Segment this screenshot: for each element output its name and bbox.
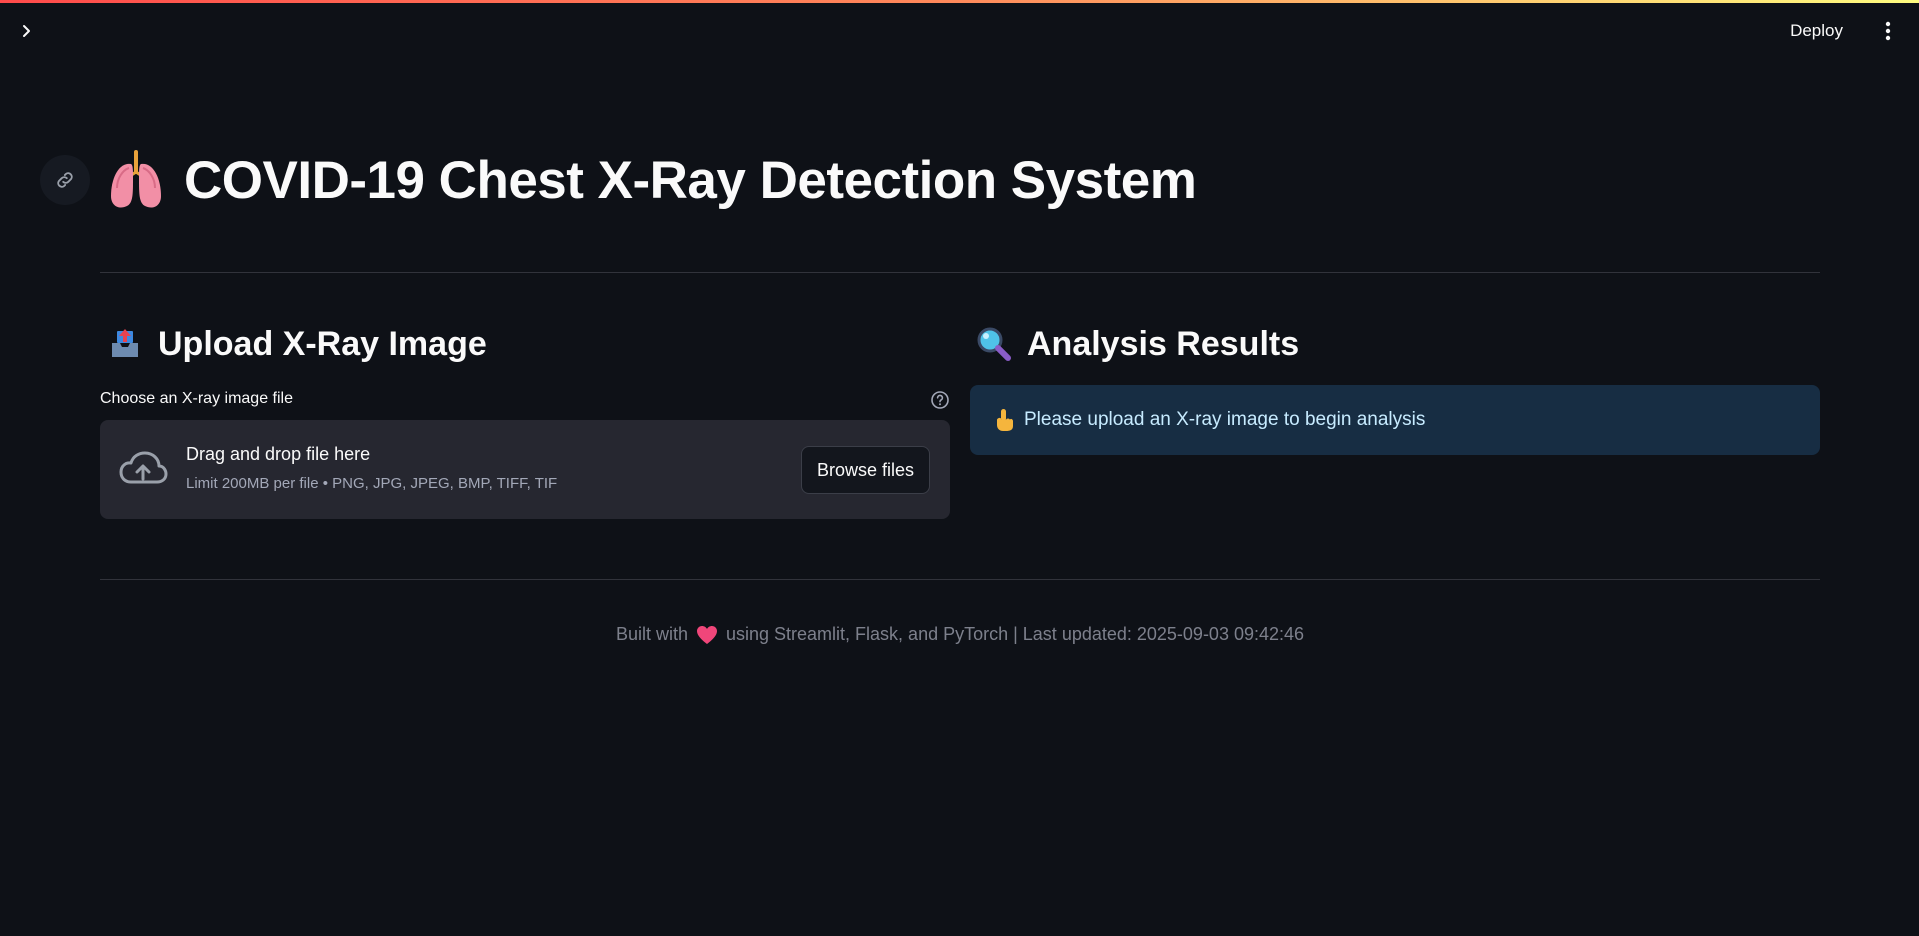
info-alert: Please upload an X-ray image to begin an… (970, 385, 1820, 455)
question-circle-icon[interactable] (930, 390, 950, 410)
pointing-hand-icon (992, 408, 1016, 432)
uploader-label: Choose an X-ray image file (100, 390, 293, 407)
results-heading-text: Analysis Results (1027, 324, 1300, 363)
main-menu-button[interactable] (1875, 18, 1901, 44)
deploy-button[interactable]: Deploy (1790, 18, 1843, 44)
more-vertical-icon (1885, 21, 1891, 41)
sidebar-toggle-button[interactable] (14, 18, 40, 44)
title-anchor-link[interactable] (40, 155, 90, 205)
link-icon (57, 172, 73, 188)
dropzone-instructions: Drag and drop file here Limit 200MB per … (186, 444, 557, 492)
divider (100, 272, 1820, 273)
outbox-tray-icon (106, 325, 144, 363)
top-decoration-stripe (0, 0, 1919, 3)
magnifier-icon (975, 325, 1013, 363)
heart-icon (696, 625, 718, 645)
upload-heading-text: Upload X-Ray Image (158, 324, 487, 363)
upload-section-heading: Upload X-Ray Image (106, 321, 487, 367)
footer: Built with using Streamlit, Flask, and P… (100, 624, 1820, 645)
chevron-right-icon (23, 25, 30, 37)
info-alert-text: Please upload an X-ray image to begin an… (1024, 409, 1426, 430)
page-title: COVID-19 Chest X-Ray Detection System (184, 150, 1197, 210)
page-title-row: COVID-19 Chest X-Ray Detection System (106, 144, 1197, 216)
browse-files-button[interactable]: Browse files (800, 446, 930, 494)
footer-prefix: Built with (615, 624, 688, 644)
dropzone-title: Drag and drop file here (186, 444, 371, 464)
results-section-heading: Analysis Results (975, 321, 1299, 367)
lungs-icon (106, 148, 166, 212)
footer-suffix: using Streamlit, Flask, and PyTorch | La… (726, 624, 1305, 644)
file-dropzone[interactable]: Drag and drop file here Limit 200MB per … (100, 420, 950, 519)
dropzone-limit: Limit 200MB per file • PNG, JPG, JPEG, B… (186, 475, 558, 492)
cloud-upload-icon (119, 451, 168, 484)
divider (100, 579, 1820, 580)
